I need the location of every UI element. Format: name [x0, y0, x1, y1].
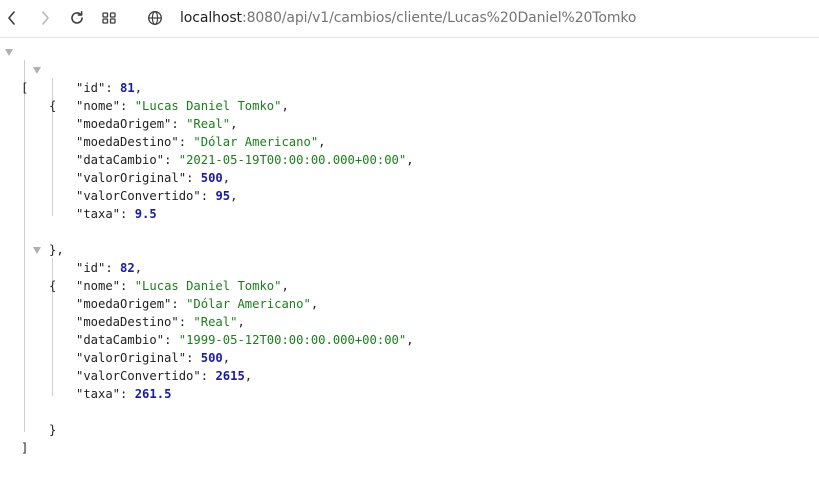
json-line: "valorOriginal": 500, — [76, 351, 231, 365]
json-line: "moedaOrigem": "Dólar Americano", — [76, 297, 319, 311]
json-viewer: [ { "id": 81, "nome": "Lucas Daniel Tomk… — [0, 43, 819, 455]
json-line: { — [0, 241, 819, 293]
collapse-toggle-icon[interactable] — [5, 49, 13, 56]
json-key: "dataCambio" — [76, 153, 165, 167]
json-line: "taxa": 9.5 — [76, 207, 157, 221]
json-line: } — [0, 403, 819, 437]
browser-toolbar: localhost:8080/api/v1/cambios/cliente/Lu… — [0, 0, 819, 38]
json-line: "nome": "Lucas Daniel Tomko", — [76, 279, 289, 293]
json-key: "dataCambio" — [76, 333, 165, 347]
back-button[interactable] — [1, 8, 23, 28]
json-key: "moedaDestino" — [76, 315, 179, 329]
url-host: localhost — [180, 10, 242, 26]
reload-icon — [71, 11, 83, 24]
collapse-toggle-icon[interactable] — [33, 247, 41, 254]
json-line: "dataCambio": "1999-05-12T00:00:00.000+0… — [76, 333, 414, 347]
json-key: "valorOriginal" — [76, 351, 187, 365]
json-string: "2021-05-19T00:00:00.000+00:00" — [178, 153, 407, 167]
json-line: "moedaDestino": "Real", — [76, 315, 245, 329]
json-line: "moedaOrigem": "Real", — [76, 117, 238, 131]
json-line: "taxa": 261.5 — [76, 387, 172, 401]
json-line: { — [0, 61, 819, 113]
json-line: "valorConvertido": 95, — [76, 189, 238, 203]
json-line: "valorOriginal": 500, — [76, 171, 231, 185]
json-number: 95 — [215, 189, 231, 203]
json-number: 9.5 — [134, 207, 157, 221]
json-key: "valorConvertido" — [76, 369, 201, 383]
reload-button[interactable] — [66, 8, 88, 28]
json-number: 81 — [120, 81, 135, 95]
json-key: "moedaOrigem" — [76, 117, 172, 131]
json-key: "id" — [76, 261, 106, 275]
json-key: "id" — [76, 81, 106, 95]
json-line: }, — [0, 223, 819, 257]
forward-arrow-icon — [42, 11, 49, 25]
json-number: 2615 — [215, 369, 245, 383]
address-bar[interactable]: localhost:8080/api/v1/cambios/cliente/Lu… — [180, 9, 636, 27]
tab-grid-icon — [102, 12, 116, 24]
json-key: "taxa" — [76, 387, 121, 401]
collapse-toggle-icon[interactable] — [33, 67, 41, 74]
json-line: "id": 81, — [76, 81, 143, 95]
json-string: "Real" — [193, 315, 238, 329]
json-number: 261.5 — [134, 387, 172, 401]
back-arrow-icon — [8, 11, 15, 25]
json-string: "1999-05-12T00:00:00.000+00:00" — [178, 333, 407, 347]
json-number: 500 — [200, 171, 223, 185]
json-key: "moedaDestino" — [76, 135, 179, 149]
site-info-button[interactable] — [144, 8, 166, 28]
forward-button[interactable] — [34, 8, 56, 28]
json-line: "id": 82, — [76, 261, 143, 275]
json-number: 500 — [200, 351, 223, 365]
json-key: "nome" — [76, 99, 121, 113]
json-line: [ — [0, 43, 819, 95]
json-key: "moedaOrigem" — [76, 297, 172, 311]
json-line: ] — [0, 421, 819, 455]
json-line: "valorConvertido": 2615, — [76, 369, 253, 383]
json-string: "Lucas Daniel Tomko" — [134, 279, 282, 293]
globe-icon — [148, 11, 162, 25]
url-path: :8080/api/v1/cambios/cliente/Lucas%20Dan… — [241, 10, 637, 26]
json-string: "Dólar Americano" — [193, 135, 319, 149]
json-string: "Real" — [186, 117, 231, 131]
json-key: "nome" — [76, 279, 121, 293]
json-key: "valorConvertido" — [76, 189, 201, 203]
json-key: "taxa" — [76, 207, 121, 221]
json-line: "moedaDestino": "Dólar Americano", — [76, 135, 326, 149]
tab-grid-button[interactable] — [98, 8, 120, 28]
json-string: "Lucas Daniel Tomko" — [134, 99, 282, 113]
json-string: "Dólar Americano" — [186, 297, 311, 311]
json-number: 82 — [120, 261, 135, 275]
array-close-bracket: ] — [21, 441, 29, 455]
json-line: "dataCambio": "2021-05-19T00:00:00.000+0… — [76, 153, 414, 167]
json-line: "nome": "Lucas Daniel Tomko", — [76, 99, 289, 113]
json-key: "valorOriginal" — [76, 171, 187, 185]
